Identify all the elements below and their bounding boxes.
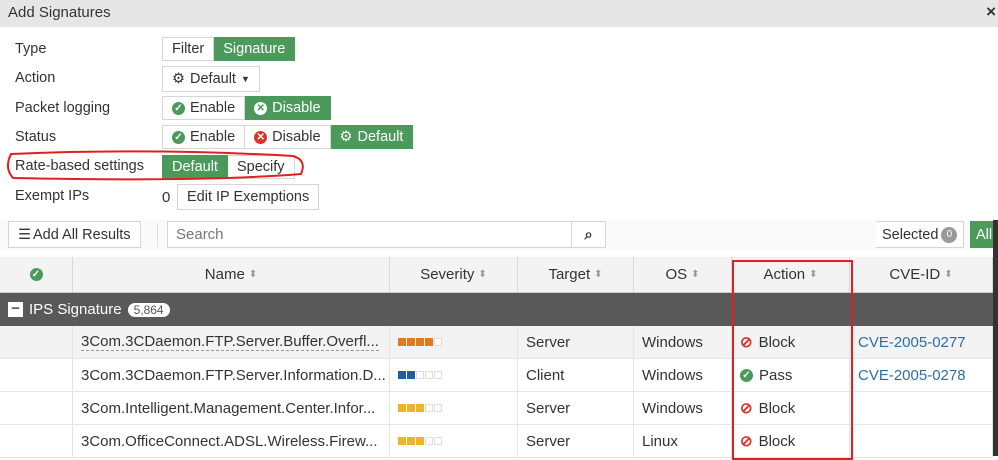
edit-ip-exemptions-button[interactable]: Edit IP Exemptions: [177, 184, 320, 210]
type-filter-button[interactable]: Filter: [162, 37, 215, 61]
header-cve-id[interactable]: CVE-ID ⬍: [850, 257, 993, 292]
check-circle-icon: ✓: [172, 101, 185, 115]
header-name[interactable]: Name ⬍: [73, 257, 390, 292]
status-toggle: ✓ Enable ✕ Disable ⚙ Default: [162, 125, 414, 149]
status-enable-button[interactable]: ✓ Enable: [162, 125, 246, 149]
row-select[interactable]: [0, 359, 73, 391]
exempt-ips-count: 0: [162, 189, 171, 206]
toolbar: ☰Add All Results ⌕ Selected0 All: [0, 220, 998, 250]
gear-icon: ⚙: [339, 129, 353, 145]
packet-logging-label: Packet logging: [15, 100, 111, 116]
row-select[interactable]: [0, 392, 73, 424]
row-select[interactable]: [0, 326, 73, 358]
os-cell: Windows: [634, 359, 732, 391]
check-circle-icon: ✓: [29, 268, 43, 281]
scrollbar-edge: [993, 220, 998, 456]
cve-link[interactable]: CVE-2005-0277: [858, 334, 966, 351]
add-all-results-button[interactable]: ☰ Add All Results: [8, 221, 141, 248]
sort-icon: ⬍: [691, 269, 700, 280]
x-circle-icon: ✕: [254, 130, 268, 144]
selected-filter-button[interactable]: Selected 0: [876, 221, 965, 248]
gear-icon: ⚙: [172, 71, 185, 87]
red-ellipse-annotation: [7, 150, 304, 181]
selected-count-badge: 0: [941, 226, 958, 243]
status-default-button[interactable]: ⚙ Default: [330, 125, 414, 149]
signature-name[interactable]: 3Com.OfficeConnect.ADSL.Wireless.Firew..…: [73, 425, 390, 457]
severity-indicator: [390, 359, 518, 391]
target-cell: Server: [518, 326, 634, 358]
cve-cell[interactable]: CVE-2005-0277: [850, 326, 993, 358]
check-circle-icon: ✓: [172, 130, 185, 144]
header-severity[interactable]: Severity ⬍: [390, 257, 518, 292]
target-cell: Server: [518, 425, 634, 457]
group-count-badge: 5,864: [127, 302, 170, 317]
type-label: Type: [15, 41, 47, 57]
row-select[interactable]: [0, 425, 73, 457]
signature-name[interactable]: 3Com.Intelligent.Management.Center.Infor…: [73, 392, 390, 424]
cve-cell[interactable]: CVE-2005-0278: [850, 359, 993, 391]
dialog-title: Add Signatures: [8, 4, 111, 21]
cve-cell[interactable]: [850, 425, 993, 457]
close-icon[interactable]: ×: [986, 2, 996, 22]
packet-logging-toggle: ✓ Enable ✕ Disable: [162, 96, 331, 120]
packet-logging-enable-button[interactable]: ✓ Enable: [162, 96, 246, 120]
x-circle-icon: ✕: [254, 101, 268, 115]
search-icon: ⌕: [584, 226, 593, 243]
collapse-icon[interactable]: −: [8, 301, 23, 317]
action-dropdown[interactable]: ⚙ Default ▼: [162, 66, 260, 92]
select-all-header[interactable]: ✓: [0, 257, 73, 292]
dialog-title-bar: Add Signatures ×: [0, 0, 998, 27]
target-cell: Client: [518, 359, 634, 391]
os-cell: Windows: [634, 392, 732, 424]
red-rectangle-annotation: [732, 260, 853, 460]
sort-icon: ⬍: [478, 269, 487, 280]
os-cell: Linux: [634, 425, 732, 457]
sort-icon: ⬍: [594, 269, 603, 280]
packet-logging-disable-button[interactable]: ✕ Disable: [245, 96, 331, 120]
action-label: Action: [15, 70, 56, 86]
action-value: Default: [190, 71, 236, 87]
type-toggle: Filter Signature: [162, 37, 296, 61]
caret-down-icon: ▼: [240, 74, 250, 84]
cve-cell[interactable]: [850, 392, 993, 424]
severity-indicator: [390, 425, 518, 457]
status-disable-button[interactable]: ✕ Disable: [245, 125, 331, 149]
signature-name[interactable]: 3Com.3CDaemon.FTP.Server.Buffer.Overfl..…: [73, 326, 390, 358]
header-target[interactable]: Target ⬍: [518, 257, 634, 292]
sort-icon: ⬍: [944, 269, 953, 280]
severity-indicator: [390, 326, 518, 358]
signature-name[interactable]: 3Com.3CDaemon.FTP.Server.Information.D..…: [73, 359, 390, 391]
header-os[interactable]: OS ⬍: [634, 257, 732, 292]
exempt-ips-label: Exempt IPs: [15, 188, 90, 204]
search-input[interactable]: [167, 221, 572, 248]
search-button[interactable]: ⌕: [571, 221, 606, 248]
type-signature-button[interactable]: Signature: [214, 37, 296, 61]
severity-indicator: [390, 392, 518, 424]
os-cell: Windows: [634, 326, 732, 358]
cve-link[interactable]: CVE-2005-0278: [858, 367, 966, 384]
sort-icon: ⬍: [248, 269, 258, 280]
list-add-icon: ☰: [18, 226, 31, 243]
target-cell: Server: [518, 392, 634, 424]
status-label: Status: [15, 129, 57, 145]
